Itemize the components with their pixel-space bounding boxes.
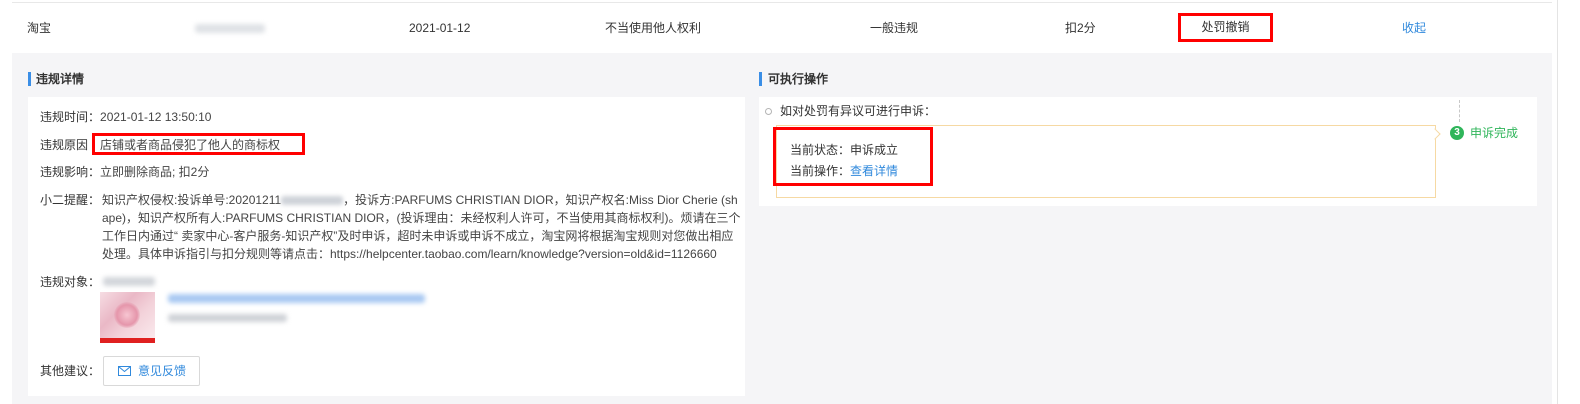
violation-reason-label-wrap: 违规原因 [40,137,88,153]
violation-impact-row: 违规影响：立即删除商品; 扣2分 [40,164,209,180]
timeline-bullet-icon [765,108,772,115]
appeal-complete-step-label: 申诉完成 [1470,126,1519,140]
details-section-bar [28,72,31,86]
deduction-cell: 扣2分 [1065,21,1096,35]
redacted-product-id [168,314,287,322]
reminder-text-start: 知识产权侵权:投诉单号:20201211 [102,193,282,207]
violation-summary-row: 淘宝 2021-01-12 不当使用他人权利 一般违规 扣2分 处罚撤销 收起 [12,2,1552,53]
product-thumbnail[interactable] [100,292,155,343]
feedback-button[interactable]: 意见反馈 [103,356,200,386]
appeal-prompt: 如对处罚有异议可进行申诉： [780,104,937,118]
reason-highlight [92,133,305,155]
violation-details-card: 违规时间：2021-01-12 13:50:10 违规原因 店铺或者商品侵犯了他… [28,97,745,396]
page-right-divider [1557,0,1558,404]
mail-icon [118,366,131,376]
timeline-arrow-icon [1429,128,1441,140]
feedback-button-label: 意见反馈 [138,364,187,378]
penalty-status-cell: 处罚撤销 [1201,20,1250,34]
violation-target-label-wrap: 违规对象： [40,274,100,290]
violation-impact-value: 立即删除商品; 扣2分 [100,165,210,179]
redacted-id-cell [195,24,265,33]
platform-cell: 淘宝 [27,21,52,35]
violation-time-row: 违规时间：2021-01-12 13:50:10 [40,109,211,125]
reminder-label-wrap: 小二提醒： [40,191,100,209]
violation-type-cell: 不当使用他人权利 [605,21,702,35]
date-cell: 2021-01-12 [409,21,471,35]
suggestion-label: 其他建议： [40,364,101,378]
collapse-link[interactable]: 收起 [1402,3,1426,53]
redacted-complaint-number [281,196,344,206]
severity-cell: 一般违规 [870,21,919,35]
violation-time-label: 违规时间： [40,110,101,124]
actions-section-bar [759,72,762,86]
reminder-label: 小二提醒： [40,193,101,207]
timeline-dashed-line [1459,100,1460,122]
appeal-status-highlight [773,127,933,186]
redacted-target-text [103,277,155,286]
step-circle-icon: 3 [1450,126,1464,140]
details-section-title: 违规详情 [36,72,85,86]
suggestion-label-wrap: 其他建议： [40,363,100,379]
thumbnail-flower-graphic [114,302,140,328]
appeal-prompt-wrap: 如对处罚有异议可进行申诉： [780,103,936,119]
thumbnail-red-bar [100,338,155,343]
redacted-product-link[interactable] [168,294,425,303]
detail-panel: 违规详情 违规时间：2021-01-12 13:50:10 违规原因 店铺或者商… [12,53,1552,404]
reminder-text: 知识产权侵权:投诉单号:20201211 ，投诉方:PARFUMS CHRISTI… [102,191,742,263]
violation-impact-label: 违规影响： [40,165,101,179]
penalty-status-highlight: 处罚撤销 [1178,13,1273,42]
actions-section-title: 可执行操作 [768,72,829,86]
violation-target-label: 违规对象： [40,275,101,289]
violation-time-value: 2021-01-12 13:50:10 [100,110,212,124]
violation-reason-label: 违规原因 [40,138,89,152]
actions-card: 如对处罚有异议可进行申诉： 当前状态：申诉成立 当前操作：查看详情 3 申诉完成 [759,97,1537,206]
